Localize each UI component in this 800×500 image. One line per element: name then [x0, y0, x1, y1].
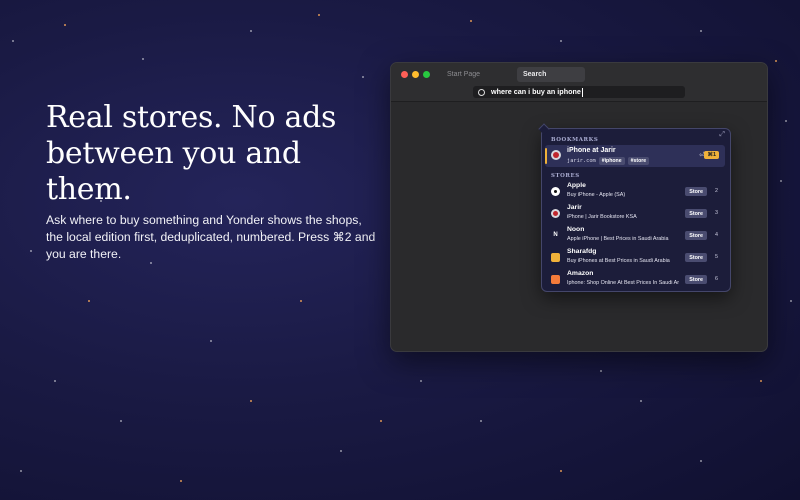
noon-icon: N: [551, 231, 560, 240]
search-icon: [478, 88, 485, 96]
hero-text-block: Real stores. No ads between you and them…: [46, 100, 376, 263]
bookmark-tag[interactable]: #store: [627, 157, 650, 165]
selection-indicator: [545, 148, 547, 164]
toolbar: where can i buy an iphone: [391, 85, 767, 102]
headline-line-2: between you and them.: [46, 136, 301, 207]
browser-window: Start Page Search where can i buy an iph…: [390, 62, 768, 352]
tab-search[interactable]: Search: [517, 67, 585, 82]
store-badge: Store: [685, 209, 707, 218]
store-row-sharafdg[interactable]: Sharafdg Buy iPhones at Best Prices in S…: [545, 247, 727, 269]
apple-icon: [551, 187, 560, 196]
bookmark-meta: jarir.com #iphone #store: [567, 157, 650, 165]
store-description: iPhone | Jarir Bookstore KSA: [567, 214, 637, 220]
tab-start-page[interactable]: Start Page: [441, 67, 486, 82]
text-caret: [581, 87, 583, 97]
store-number: 6: [715, 276, 718, 282]
suggestions-dropdown: ⤢ BOOKMARKS iPhone at Jarir jarir.com #i…: [541, 128, 731, 292]
store-number: 5: [715, 254, 718, 260]
close-window-button[interactable]: [401, 71, 408, 78]
store-number: 2: [715, 188, 718, 194]
minimize-window-button[interactable]: [412, 71, 419, 78]
bookmark-url: jarir.com: [567, 158, 596, 164]
store-badge: Store: [685, 187, 707, 196]
store-name: Sharafdg: [567, 248, 597, 255]
store-name: Amazon: [567, 270, 594, 277]
search-query-text: where can i buy an iphone: [491, 87, 581, 96]
jarir-icon: [551, 209, 560, 218]
traffic-lights: [401, 71, 430, 78]
zoom-window-button[interactable]: [423, 71, 430, 78]
store-row-jarir[interactable]: Jarir iPhone | Jarir Bookstore KSA Store…: [545, 203, 727, 225]
store-number: 3: [715, 210, 718, 216]
hero-subtitle: Ask where to buy something and Yonder sh…: [46, 213, 376, 261]
expand-icon[interactable]: ⤢: [719, 131, 725, 139]
store-description: Iphone: Shop Online At Best Prices In Sa…: [567, 280, 679, 286]
store-row-amazon[interactable]: Amazon Iphone: Shop Online At Best Price…: [545, 269, 727, 291]
headline-line-1: Real stores. No ads: [46, 100, 337, 135]
store-description: Buy iPhone - Apple (SA): [567, 192, 626, 198]
title-bar: Start Page Search: [391, 63, 767, 85]
hero-headline: Real stores. No ads between you and them…: [46, 100, 376, 208]
bookmark-tag[interactable]: #iphone: [598, 157, 625, 165]
shortcut-badge: ⌘1: [704, 151, 719, 159]
store-name: Jarir: [567, 204, 582, 211]
amazon-icon: [551, 275, 560, 284]
store-row-noon[interactable]: N Noon Apple iPhone | Best Prices in Sau…: [545, 225, 727, 247]
store-name: Noon: [567, 226, 585, 233]
store-description: Apple iPhone | Best Prices in Saudi Arab…: [567, 236, 669, 242]
store-badge: Store: [685, 231, 707, 240]
bookmark-title: iPhone at Jarir: [567, 147, 616, 154]
store-badge: Store: [685, 253, 707, 262]
search-input[interactable]: where can i buy an iphone: [473, 86, 685, 98]
store-badge: Store: [685, 275, 707, 284]
sharafdg-icon: [551, 253, 560, 262]
jarir-icon: [551, 150, 561, 160]
store-number: 4: [715, 232, 718, 238]
store-name: Apple: [567, 182, 586, 189]
stores-section-header: STORES: [551, 173, 580, 179]
bookmarks-section-header: BOOKMARKS: [551, 137, 599, 143]
bookmark-row-selected[interactable]: iPhone at Jarir jarir.com #iphone #store…: [545, 145, 725, 167]
store-row-apple[interactable]: Apple Buy iPhone - Apple (SA) Store 2: [545, 181, 727, 203]
store-description: Buy iPhones at Best Prices in Saudi Arab…: [567, 258, 670, 264]
